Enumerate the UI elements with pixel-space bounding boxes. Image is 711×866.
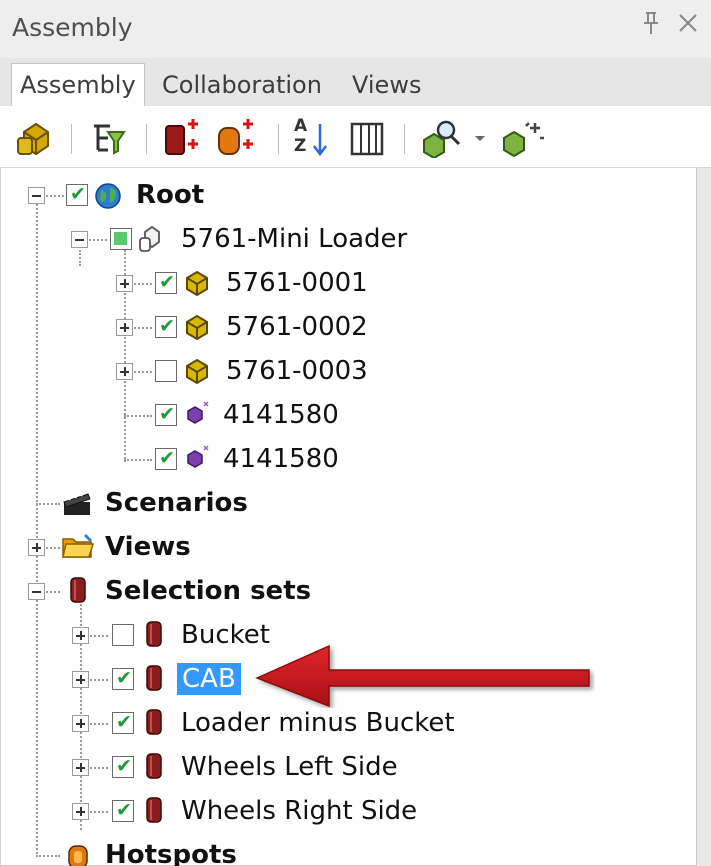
set-expand-toggle[interactable] xyxy=(72,803,89,820)
toolbar: A Z xyxy=(0,106,711,168)
tree-item-selection-sets[interactable]: Selection sets xyxy=(105,575,311,607)
assembly-tree: ✔ Root 5761-Mini Loader ✔ 5761-0001 ✔ 57… xyxy=(0,168,697,866)
tree-item-set[interactable]: Wheels Right Side xyxy=(181,795,417,827)
small-part-icon xyxy=(182,398,212,428)
add-selection-set-icon[interactable] xyxy=(160,118,200,158)
set-expand-toggle[interactable] xyxy=(72,627,89,644)
set-expand-toggle[interactable] xyxy=(72,759,89,776)
root-collapse-toggle[interactable] xyxy=(28,187,45,204)
tree-item-root[interactable]: Root xyxy=(136,179,204,211)
set-checkbox[interactable]: ✔ xyxy=(112,668,134,690)
selection-set-icon xyxy=(142,795,172,825)
tree-connector xyxy=(90,811,108,813)
part-checkbox[interactable]: ✔ xyxy=(155,316,177,338)
tree-item-part[interactable]: 5761-0003 xyxy=(226,355,368,387)
set-checkbox[interactable]: ✔ xyxy=(112,756,134,778)
scenarios-icon xyxy=(61,488,91,518)
add-hotspot-icon[interactable] xyxy=(215,118,255,158)
tree-item-mini-loader[interactable]: 5761-Mini Loader xyxy=(181,223,407,255)
part-checkbox[interactable]: ✔ xyxy=(155,448,177,470)
tree-connector xyxy=(46,591,60,593)
annotation-arrow xyxy=(255,644,590,708)
part-checkbox[interactable]: ✔ xyxy=(155,404,177,426)
selection-sets-collapse-toggle[interactable] xyxy=(28,583,45,600)
tab-views[interactable]: Views xyxy=(352,64,421,106)
assembly-collapse-toggle[interactable] xyxy=(71,231,88,248)
part-icon xyxy=(182,268,212,298)
set-checkbox[interactable]: ✔ xyxy=(112,712,134,734)
folder-icon xyxy=(61,531,95,561)
set-expand-toggle[interactable] xyxy=(72,671,89,688)
assembly-checkbox[interactable] xyxy=(110,228,132,250)
close-icon[interactable] xyxy=(676,10,700,43)
open-assembly-icon[interactable] xyxy=(16,118,56,158)
tree-connector xyxy=(134,327,152,329)
sort-az-icon[interactable]: A Z xyxy=(292,116,332,158)
tree-item-part[interactable]: 4141580 xyxy=(223,443,339,475)
panel-title: Assembly xyxy=(12,13,133,42)
find-icon[interactable] xyxy=(420,118,461,160)
root-checkbox[interactable]: ✔ xyxy=(66,184,88,206)
tree-connector xyxy=(36,855,60,857)
tree-item-part[interactable]: 5761-0001 xyxy=(226,267,368,299)
tree-connector xyxy=(134,371,152,373)
dropdown-icon[interactable] xyxy=(470,118,490,158)
set-checkbox[interactable]: ✔ xyxy=(112,800,134,822)
tree-connector xyxy=(90,767,108,769)
pin-icon[interactable] xyxy=(640,10,662,43)
tree-connector xyxy=(46,547,60,549)
selection-set-icon xyxy=(142,751,172,781)
part-checkbox[interactable]: ✔ xyxy=(155,272,177,294)
toolbar-separator xyxy=(404,124,405,154)
selection-set-icon xyxy=(142,707,172,737)
tree-connector xyxy=(89,239,107,241)
set-checkbox[interactable] xyxy=(112,624,134,646)
tree-item-scenarios[interactable]: Scenarios xyxy=(105,487,248,519)
filter-tree-icon[interactable] xyxy=(88,118,128,158)
toolbar-separator xyxy=(71,124,72,154)
tree-connector xyxy=(124,459,152,461)
globe-icon xyxy=(93,181,123,211)
toolbar-separator xyxy=(146,124,147,154)
tree-item-set-selected[interactable]: CAB xyxy=(177,663,241,695)
assembly-icon xyxy=(137,224,167,254)
part-icon xyxy=(182,356,212,386)
tree-connector xyxy=(124,415,152,417)
tab-strip: Assembly Collaboration Views xyxy=(0,58,711,107)
panel-title-bar: Assembly xyxy=(0,0,711,58)
part-icon xyxy=(182,312,212,342)
tree-connector xyxy=(90,679,108,681)
tree-item-set[interactable]: Wheels Left Side xyxy=(181,751,398,783)
part-expand-toggle[interactable] xyxy=(116,363,133,380)
selection-set-icon xyxy=(142,619,172,649)
small-part-icon xyxy=(182,442,212,472)
tree-connector xyxy=(134,283,152,285)
selection-set-icon xyxy=(142,663,172,693)
part-expand-toggle[interactable] xyxy=(116,319,133,336)
set-expand-toggle[interactable] xyxy=(72,715,89,732)
columns-icon[interactable] xyxy=(348,118,388,158)
tree-connector xyxy=(90,635,108,637)
tree-item-part[interactable]: 4141580 xyxy=(223,399,339,431)
tree-item-set[interactable]: Loader minus Bucket xyxy=(181,707,455,739)
tab-assembly[interactable]: Assembly xyxy=(11,63,145,107)
tree-item-part[interactable]: 5761-0002 xyxy=(226,311,368,343)
part-expand-toggle[interactable] xyxy=(116,275,133,292)
tree-connector xyxy=(90,723,108,725)
tree-item-hotspots[interactable]: Hotspots xyxy=(105,839,237,866)
hotspot-icon xyxy=(65,841,95,866)
toolbar-separator xyxy=(278,124,279,154)
assembly-panel: Assembly Assembly Collaboration Views A xyxy=(0,0,711,866)
tab-collaboration[interactable]: Collaboration xyxy=(162,64,322,106)
part-checkbox[interactable] xyxy=(155,360,177,382)
selection-set-icon xyxy=(66,575,96,605)
tree-connector xyxy=(36,503,60,505)
tree-connector xyxy=(36,204,38,854)
tree-connector xyxy=(46,195,64,197)
views-expand-toggle[interactable] xyxy=(28,539,45,556)
explode-icon[interactable] xyxy=(500,118,544,158)
tree-item-views[interactable]: Views xyxy=(105,531,191,563)
tree-connector xyxy=(79,250,81,266)
